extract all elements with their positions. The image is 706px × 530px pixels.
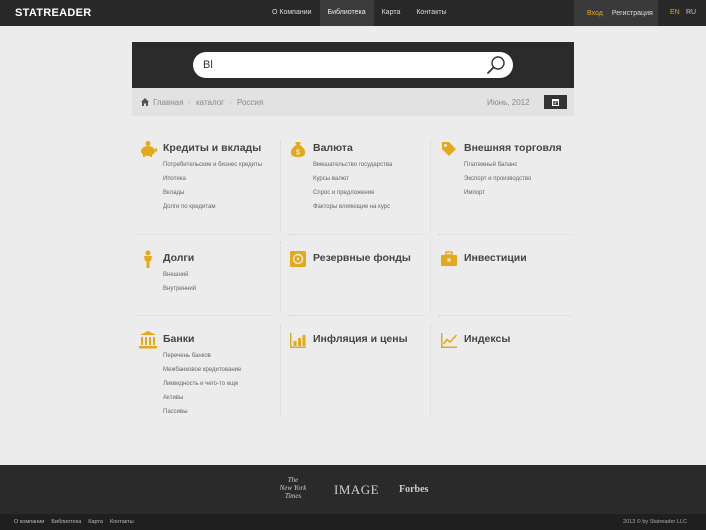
nav-item-company[interactable]: О Компании [264,0,320,26]
category-links: Потребительские и бизнес кредиты Ипотека… [163,162,283,218]
category-title[interactable]: Резервные фонды [313,252,411,264]
nav-item-map[interactable]: Карта [374,0,409,26]
bank-building-icon [139,331,157,349]
category-link[interactable]: Вмешательство государства [313,162,433,169]
site-logo[interactable]: STATREADER [15,7,92,19]
search-input[interactable] [203,56,473,74]
category-link[interactable]: Активы [163,395,283,402]
category-links: Перечень банков Межбанковое кредитование… [163,353,283,423]
press-logo-nyt[interactable]: The New York Times [275,476,311,500]
category-links: Платежный баланс Экспорт и производство … [464,162,584,204]
nav-item-library[interactable]: Библиотека [319,0,374,26]
safe-icon [290,251,306,267]
press-logo-forbes[interactable]: Forbes [399,484,428,495]
category-link[interactable]: Ликвидность и чего-то еще [163,381,283,388]
breadcrumb: Главная › каталог › Россия Июнь, 2012 [132,88,574,116]
row-divider [438,315,572,316]
category-title[interactable]: Инфляция и цены [313,333,408,345]
category-title[interactable]: Долги [163,252,194,264]
column-divider [430,324,431,418]
category-title[interactable]: Валюта [313,142,353,154]
breadcrumb-russia[interactable]: Россия [237,98,263,107]
category-links: Вмешательство государства Курсы валют Сп… [313,162,433,218]
category-link[interactable]: Межбанковое кредитование [163,367,283,374]
category-link[interactable]: Экспорт и производство [464,176,584,183]
lang-en-link[interactable]: EN [670,0,680,26]
briefcase-icon [441,251,457,266]
row-divider [138,234,272,235]
breadcrumb-separator: › [229,98,232,107]
search-box [193,52,513,78]
category-title[interactable]: Кредиты и вклады [163,142,261,154]
main-nav: О Компании Библиотека Карта Контакты [264,0,455,26]
column-divider [430,242,431,312]
home-icon[interactable] [141,98,149,106]
category-link[interactable]: Внешний [163,272,283,279]
copyright-text: 2013 © by Statreader LLC [623,519,687,525]
category-link[interactable]: Спрос и предложение [313,190,433,197]
footer-link-contacts[interactable]: Контакты [110,514,134,530]
login-link[interactable]: Вход [587,10,603,17]
register-link[interactable]: Регистрация [612,10,653,17]
row-divider [138,315,272,316]
category-title[interactable]: Индексы [464,333,510,345]
press-logo-image[interactable]: IMAGE [334,482,379,498]
category-links: Внешний Внутренний [163,272,283,300]
person-icon [144,250,152,268]
category-link[interactable]: Внутренний [163,286,283,293]
category-link[interactable]: Ипотека [163,176,283,183]
calendar-button[interactable] [544,95,567,109]
date-label: Июнь, 2012 [487,98,530,107]
money-bag-icon: $ [290,142,306,157]
footer-link-company[interactable]: О компании [14,514,44,530]
category-link[interactable]: Пассивы [163,409,283,416]
category-title[interactable]: Внешняя торговля [464,142,562,154]
top-bar: STATREADER О Компании Библиотека Карта К… [0,0,706,26]
category-link[interactable]: Долги по кредитам [163,204,283,211]
row-divider [438,234,572,235]
bottom-bar: О компании Библиотека Карта Контакты 201… [0,514,706,530]
price-tag-icon [442,142,456,156]
category-link[interactable]: Потребительские и бизнес кредиты [163,162,283,169]
category-title[interactable]: Инвестиции [464,252,527,264]
category-link[interactable]: Вклады [163,190,283,197]
category-link[interactable]: Факторы влияющие на курс [313,204,433,211]
breadcrumb-catalog[interactable]: каталог [196,98,224,107]
footer-link-map[interactable]: Карта [88,514,103,530]
calendar-icon [552,99,559,106]
category-link[interactable]: Платежный баланс [464,162,584,169]
svg-text:$: $ [296,150,300,157]
bar-chart-icon [290,333,306,348]
footer: The New York Times IMAGE Forbes [0,465,706,514]
auth-block: Вход Регистрация [574,0,658,26]
search-panel [132,42,574,88]
breadcrumb-separator: › [188,98,191,107]
footer-link-library[interactable]: Библиотека [51,514,81,530]
breadcrumb-home[interactable]: Главная [153,98,183,107]
lang-ru-link[interactable]: RU [686,0,696,26]
footer-nav: О компании Библиотека Карта Контакты [14,514,141,530]
row-divider [288,234,422,235]
category-link[interactable]: Импорт [464,190,584,197]
row-divider [288,315,422,316]
category-link[interactable]: Перечень банков [163,353,283,360]
category-link[interactable]: Курсы валют [313,176,433,183]
search-icon[interactable] [486,55,506,75]
piggy-bank-icon [141,141,157,157]
nav-item-contacts[interactable]: Контакты [408,0,454,26]
line-chart-icon [441,333,458,348]
category-title[interactable]: Банки [163,333,194,345]
